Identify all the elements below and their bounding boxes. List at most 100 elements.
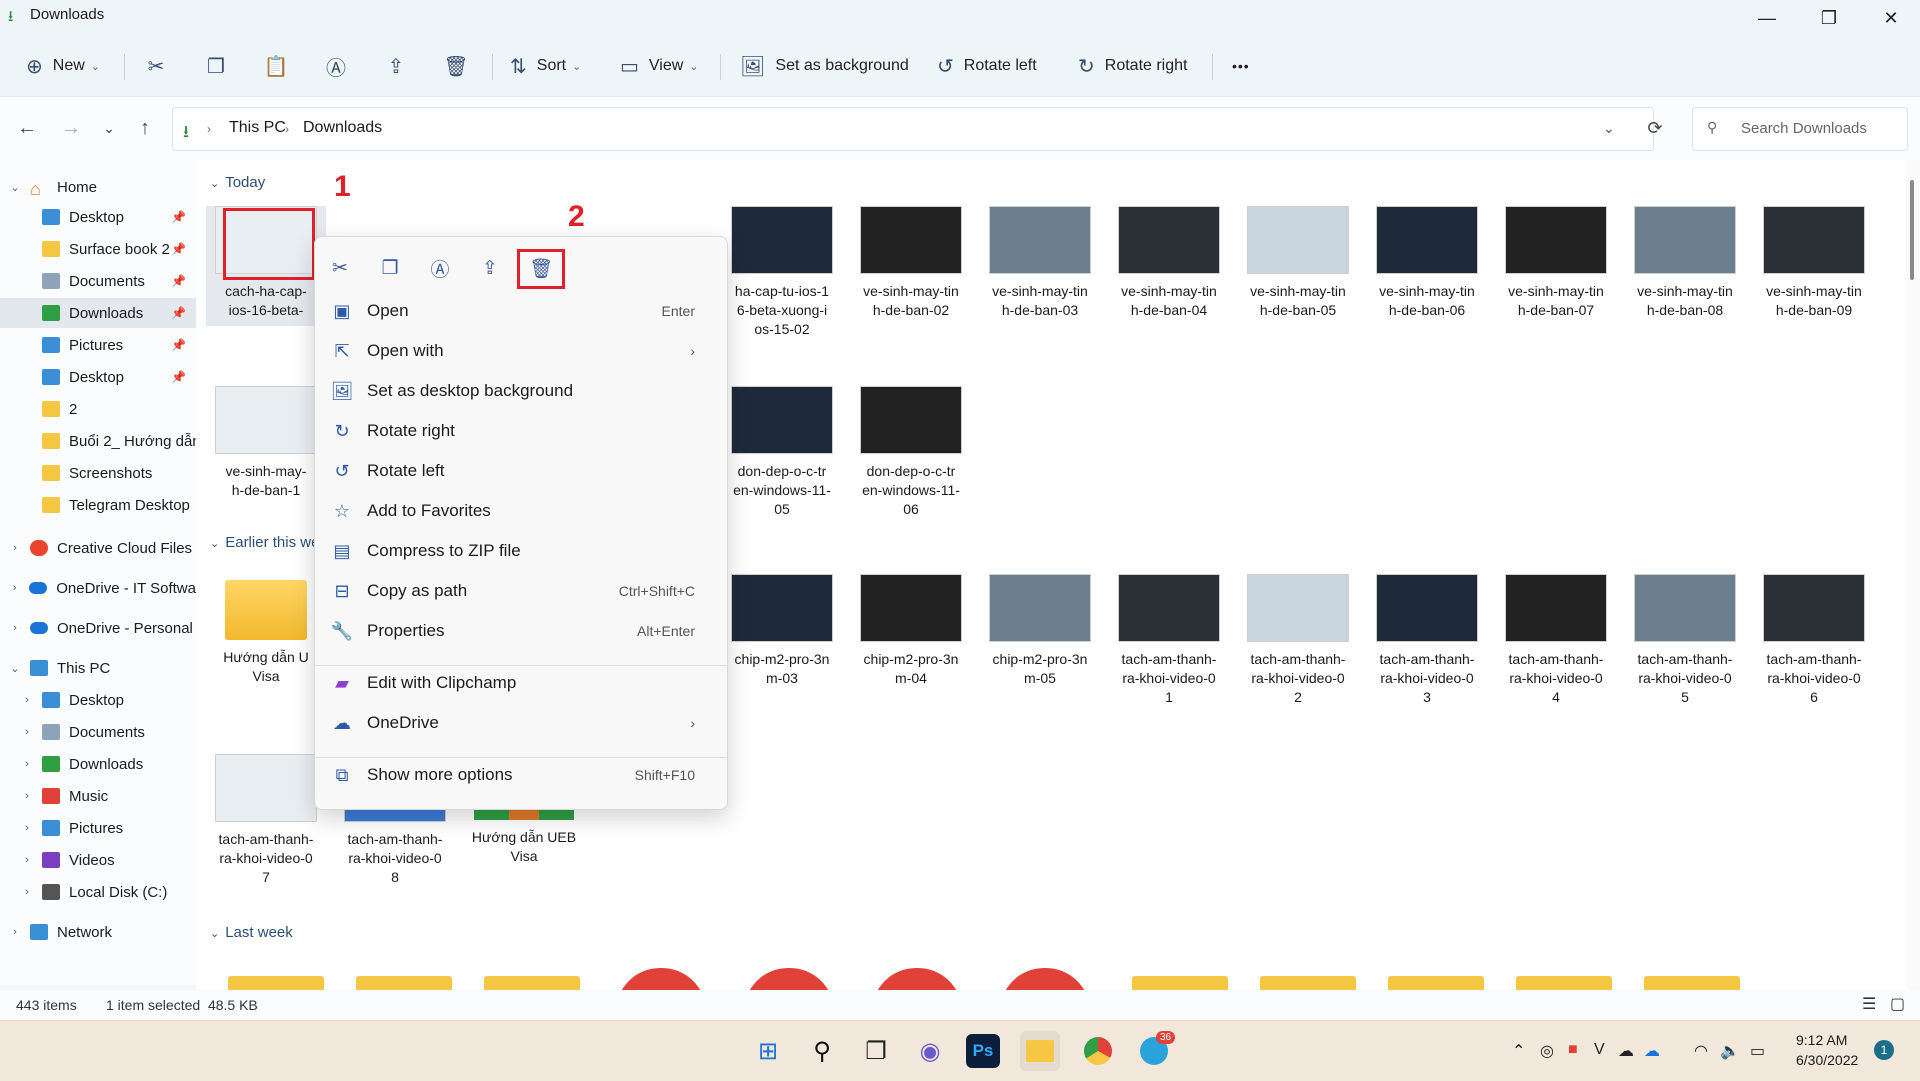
cut-button[interactable]: ✂	[139, 50, 173, 82]
ctx-delete-button[interactable]: 🗑	[517, 249, 565, 289]
notification-badge[interactable]: 1	[1874, 1040, 1894, 1060]
delete-button[interactable]: 🗑	[439, 50, 473, 82]
nav-quick-item[interactable]: Screenshots	[0, 458, 196, 488]
nav-onedrive-it[interactable]: › OneDrive - IT Softwa	[0, 573, 196, 603]
rename-button[interactable]: Ⓐ	[319, 50, 353, 82]
ctx-menu-item[interactable]: ▤ Compress to ZIP file	[331, 531, 711, 571]
ctx-menu-item[interactable]: ▣ Open Enter	[331, 291, 711, 331]
folder-icon[interactable]	[1260, 976, 1356, 990]
file-item[interactable]: ve-sinh-may-tin h-de-ban-07	[1496, 206, 1616, 320]
paste-button[interactable]: 📋	[259, 50, 293, 82]
task-view-button[interactable]: ❐	[856, 1031, 896, 1071]
clock-date[interactable]: 6/30/2022	[1796, 1052, 1858, 1068]
chat-button[interactable]: ◉	[910, 1031, 950, 1071]
search-input[interactable]: Search Downloads	[1741, 120, 1867, 137]
nav-quick-item[interactable]: Surface book 2 📌	[0, 234, 196, 264]
ctx-copy-button[interactable]: ❐	[373, 251, 407, 285]
search-button[interactable]: ⚲	[802, 1031, 842, 1071]
file-item[interactable]: ve-sinh-may-tin h-de-ban-02	[851, 206, 971, 320]
ctx-menu-item[interactable]: ⊟ Copy as path Ctrl+Shift+C	[331, 571, 711, 611]
rotate-right-button[interactable]: ↻ Rotate right	[1078, 50, 1187, 82]
nav-quick-item[interactable]: Buổi 2_ Hướng dẫn	[0, 426, 196, 456]
view-button[interactable]: ▭ View ⌄	[620, 50, 699, 82]
breadcrumb-this-pc[interactable]: This PC	[229, 119, 286, 137]
file-item[interactable]: ve-sinh-may-tin h-de-ban-04	[1109, 206, 1229, 320]
chrome-button[interactable]	[1078, 1031, 1118, 1071]
tray-app-icon[interactable]: ■	[1568, 1041, 1578, 1059]
folder-icon[interactable]	[1132, 976, 1228, 990]
minimize-button[interactable]: —	[1738, 0, 1796, 36]
address-bar[interactable]: ⭳ › This PC › Downloads ⌄	[172, 107, 1654, 151]
ctx-cut-button[interactable]: ✂	[323, 251, 357, 285]
nav-network[interactable]: › Network	[0, 917, 196, 947]
clock-time[interactable]: 9:12 AM	[1796, 1032, 1847, 1048]
file-item[interactable]: ve-sinh-may-tin h-de-ban-06	[1367, 206, 1487, 320]
folder-icon[interactable]	[1644, 976, 1740, 990]
file-item[interactable]: ha-cap-tu-ios-1 6-beta-xuong-i os-15-02	[722, 206, 842, 339]
photoshop-button[interactable]: Ps	[966, 1034, 1000, 1068]
tray-app-icon[interactable]: ◎	[1540, 1041, 1554, 1061]
back-button[interactable]: ←	[10, 111, 44, 145]
chrome-icon[interactable]	[616, 968, 706, 990]
file-item[interactable]: ve-sinh-may- h-de-ban-1	[206, 386, 326, 500]
nav-quick-item[interactable]: Telegram Desktop	[0, 490, 196, 520]
up-button[interactable]: ↑	[128, 111, 162, 145]
folder-icon[interactable]	[356, 976, 452, 990]
nav-home[interactable]: ⌄ ⌂ Home	[0, 172, 196, 202]
file-item[interactable]: ve-sinh-may-tin h-de-ban-08	[1625, 206, 1745, 320]
chrome-icon[interactable]	[1000, 968, 1090, 990]
nav-pc-item[interactable]: › Documents	[0, 717, 196, 747]
ctx-share-button[interactable]: ⇪	[473, 251, 507, 285]
file-item[interactable]: ve-sinh-may-tin h-de-ban-05	[1238, 206, 1358, 320]
group-header-last-week[interactable]: ⌄ Last week	[210, 924, 293, 941]
chrome-icon[interactable]	[872, 968, 962, 990]
set-as-background-button[interactable]: 🖼 Set as background	[740, 50, 909, 82]
nav-quick-item[interactable]: Desktop 📌	[0, 362, 196, 392]
tiles-view-icon[interactable]: ▢	[1890, 994, 1905, 1014]
address-history-chevron-icon[interactable]: ⌄	[1603, 120, 1615, 137]
recent-locations-button[interactable]: ⌄	[92, 111, 126, 145]
nav-quick-item[interactable]: 2	[0, 394, 196, 424]
ctx-menu-item[interactable]: 🔧 Properties Alt+Enter	[331, 611, 711, 651]
file-item[interactable]: don-dep-o-c-tr en-windows-11- 06	[851, 386, 971, 519]
nav-pc-item[interactable]: › Local Disk (C:)	[0, 877, 196, 907]
file-item[interactable]: tach-am-thanh- ra-khoi-video-0 6	[1754, 574, 1874, 707]
new-button[interactable]: ⊕ New ⌄	[26, 50, 100, 82]
ctx-menu-item[interactable]: ☁ OneDrive ›	[331, 703, 711, 743]
rotate-left-button[interactable]: ↺ Rotate left	[937, 50, 1037, 82]
ctx-menu-item[interactable]: ⧉ Show more options Shift+F10	[331, 755, 711, 795]
sort-button[interactable]: ⇅ Sort ⌄	[510, 50, 581, 82]
file-item[interactable]: don-dep-o-c-tr en-windows-11- 05	[722, 386, 842, 519]
cloud-icon[interactable]: ☁	[1618, 1041, 1634, 1061]
folder-icon[interactable]	[484, 976, 580, 990]
onedrive-cloud-icon[interactable]: ☁	[1644, 1041, 1660, 1061]
group-header-today[interactable]: ⌄ Today	[210, 174, 265, 191]
file-item[interactable]: chip-m2-pro-3n m-04	[851, 574, 971, 688]
file-item[interactable]: tach-am-thanh- ra-khoi-video-0 3	[1367, 574, 1487, 707]
vertical-scrollbar[interactable]	[1906, 160, 1920, 990]
scrollbar-thumb[interactable]	[1910, 180, 1914, 280]
nav-pc-item[interactable]: › Pictures	[0, 813, 196, 843]
volume-icon[interactable]: 🔈	[1720, 1041, 1740, 1061]
nav-pc-item[interactable]: › Downloads	[0, 749, 196, 779]
maximize-button[interactable]: ❐	[1800, 0, 1858, 36]
nav-pc-item[interactable]: › Desktop	[0, 685, 196, 715]
battery-icon[interactable]: ▭	[1750, 1041, 1765, 1061]
close-button[interactable]: ✕	[1862, 0, 1920, 36]
nav-this-pc[interactable]: ⌄ This PC	[0, 653, 196, 683]
file-item[interactable]: ve-sinh-may-tin h-de-ban-09	[1754, 206, 1874, 320]
refresh-button[interactable]: ⟳	[1638, 111, 1672, 145]
ctx-rename-button[interactable]: Ⓐ	[423, 251, 457, 285]
nav-pc-item[interactable]: › Music	[0, 781, 196, 811]
nav-quick-item[interactable]: Documents 📌	[0, 266, 196, 296]
nav-quick-item[interactable]: Desktop 📌	[0, 202, 196, 232]
nav-quick-item[interactable]: Downloads 📌	[0, 298, 196, 328]
file-item[interactable]: ve-sinh-may-tin h-de-ban-03	[980, 206, 1100, 320]
ctx-menu-item[interactable]: 🖼 Set as desktop background	[331, 371, 711, 411]
folder-icon[interactable]	[228, 976, 324, 990]
more-options-button[interactable]: •••	[1232, 50, 1250, 82]
group-header-earlier[interactable]: ⌄ Earlier this we	[210, 534, 319, 551]
nav-quick-item[interactable]: Pictures 📌	[0, 330, 196, 360]
wifi-icon[interactable]: ◠	[1694, 1041, 1708, 1061]
tray-v-icon[interactable]: V	[1594, 1041, 1605, 1059]
